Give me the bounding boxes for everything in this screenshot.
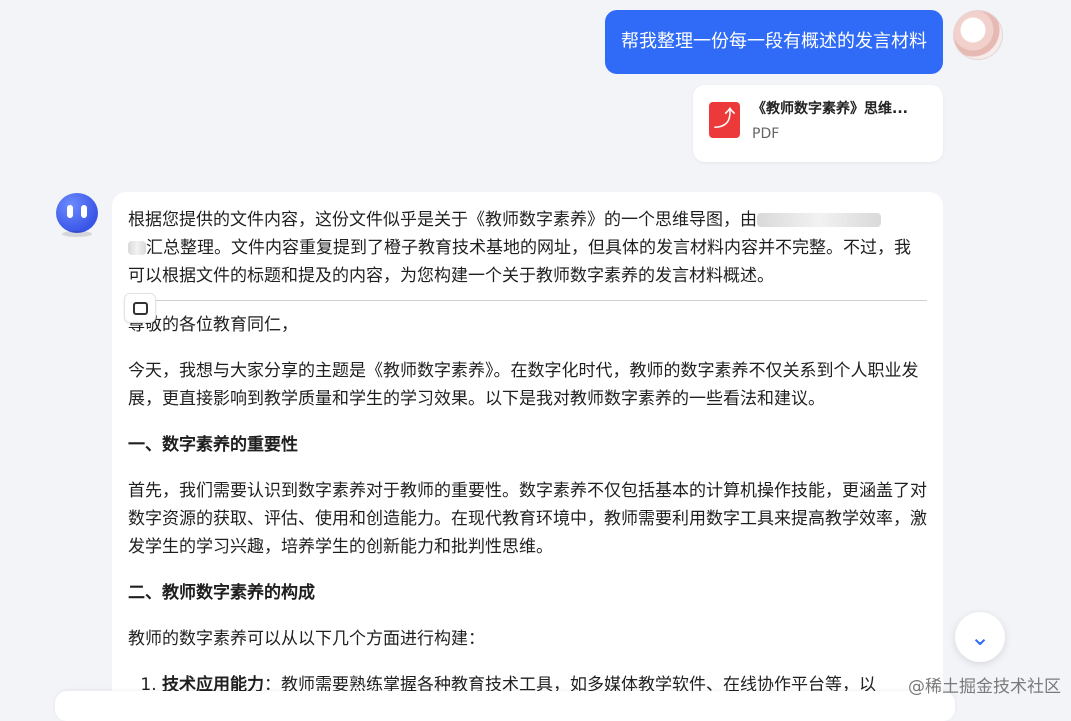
pdf-file-icon: ⤴: [709, 102, 740, 138]
attachment-name: 《教师数字素养》思维...: [752, 101, 908, 117]
assistant-message: 根据您提供的文件内容，这份文件似乎是关于《教师数字素养》的一个思维导图，由汇总整…: [112, 192, 943, 712]
greeting: 尊敬的各位教育同仁，: [128, 315, 298, 335]
intro-text-2: 汇总整理。文件内容重复提到了橙子教育技术基地的网址，但具体的发言材料内容并不完整…: [128, 238, 911, 286]
intro-text-1: 根据您提供的文件内容，这份文件似乎是关于《教师数字素养》的一个思维导图，由: [128, 210, 757, 230]
attachment-type: PDF: [752, 126, 780, 142]
user-message-row: 帮我整理一份每一段有概述的发言材料: [0, 10, 1071, 80]
user-message-bubble: 帮我整理一份每一段有概述的发言材料: [605, 10, 943, 74]
assistant-avatar: [56, 193, 98, 237]
redacted-text: [757, 213, 881, 227]
divider: [128, 300, 927, 301]
intro-body-paragraph: 今天，我想与大家分享的主题是《教师数字素养》。在数字化时代，教师的数字素养不仅关…: [128, 361, 919, 409]
input-bar[interactable]: [55, 691, 955, 721]
redacted-text: [128, 241, 146, 255]
section-paragraph-2: 教师的数字素养可以从以下几个方面进行构建：: [128, 629, 485, 649]
attachment-card[interactable]: ⤴ 《教师数字素养》思维... PDF: [693, 85, 943, 162]
avatar-eye-left: [67, 205, 73, 218]
intro-paragraph: 根据您提供的文件内容，这份文件似乎是关于《教师数字素养》的一个思维导图，由汇总整…: [128, 206, 927, 290]
section-paragraph-1: 首先，我们需要认识到数字素养对于教师的重要性。数字素养不仅包括基本的计算机操作技…: [128, 481, 927, 557]
scroll-to-bottom-button[interactable]: ⌄: [955, 612, 1005, 662]
section-heading-1: 一、数字素养的重要性: [128, 435, 298, 455]
watermark: @稀土掘金技术社区: [908, 677, 1061, 697]
user-avatar[interactable]: [953, 10, 1003, 60]
avatar-eye-right: [81, 205, 87, 218]
copy-icon[interactable]: [124, 293, 156, 323]
double-chevron-down-icon: ⌄: [969, 623, 991, 651]
section-heading-2: 二、教师数字素养的构成: [128, 583, 315, 603]
